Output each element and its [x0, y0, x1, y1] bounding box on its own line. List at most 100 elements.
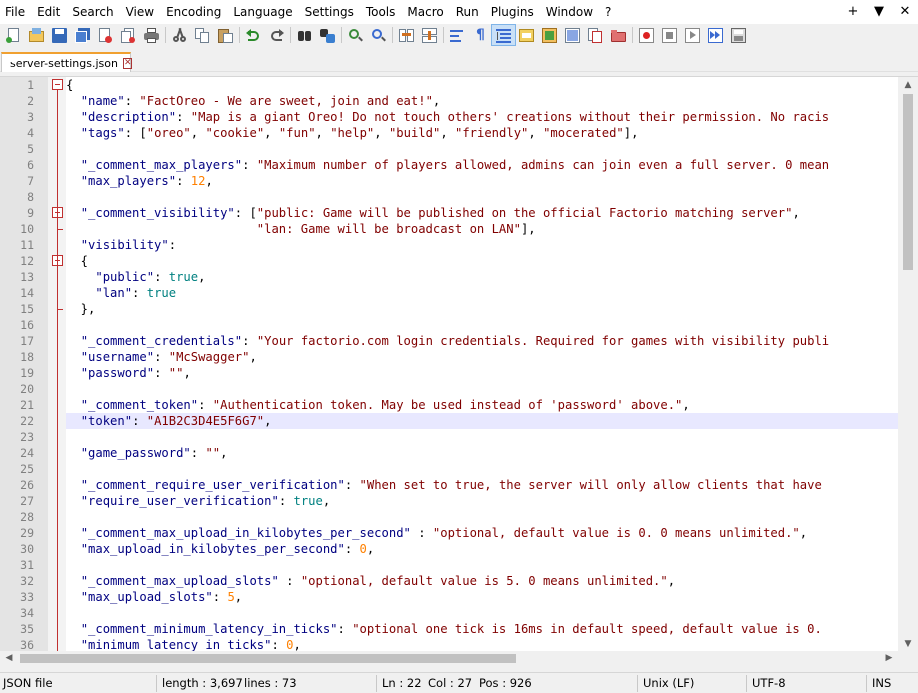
- code-line[interactable]: "name": "FactOreo - We are sweet, join a…: [66, 93, 898, 109]
- record-macro-button[interactable]: [635, 25, 658, 45]
- code-line[interactable]: [66, 461, 898, 477]
- udl-button[interactable]: [515, 25, 538, 45]
- current-code-line[interactable]: "token": "A1B2C3D4E5F6G7",: [66, 413, 898, 429]
- code-line[interactable]: "_comment_token": "Authentication token.…: [66, 397, 898, 413]
- menu-tools[interactable]: Tools: [360, 0, 402, 24]
- code-line[interactable]: {: [66, 77, 898, 93]
- sync-horizontal-button[interactable]: [418, 25, 441, 45]
- tab-close-icon[interactable]: ✕: [122, 57, 133, 69]
- zoom-in-button[interactable]: [344, 25, 367, 45]
- fold-toggle-icon[interactable]: [52, 79, 63, 90]
- undo-button[interactable]: [242, 25, 265, 45]
- function-list-button[interactable]: [561, 25, 584, 45]
- menu-help[interactable]: ?: [599, 0, 617, 24]
- code-line[interactable]: "public": true,: [66, 269, 898, 285]
- code-line[interactable]: },: [66, 301, 898, 317]
- code-line[interactable]: "lan": true: [66, 285, 898, 301]
- code-line[interactable]: "tags": ["oreo", "cookie", "fun", "help"…: [66, 125, 898, 141]
- code-line[interactable]: "username": "McSwagger",: [66, 349, 898, 365]
- open-file-button[interactable]: [25, 25, 48, 45]
- monitoring-button[interactable]: [607, 25, 630, 45]
- code-line[interactable]: "_comment_credentials": "Your factorio.c…: [66, 333, 898, 349]
- code-line[interactable]: [66, 381, 898, 397]
- find-button[interactable]: [293, 25, 316, 45]
- code-line[interactable]: "_comment_max_upload_slots" : "optional,…: [66, 573, 898, 589]
- code-line[interactable]: "game_password": "",: [66, 445, 898, 461]
- menu-plugins[interactable]: Plugins: [485, 0, 540, 24]
- new-file-button[interactable]: [2, 25, 25, 45]
- menu-language[interactable]: Language: [227, 0, 298, 24]
- zoom-out-button[interactable]: [367, 25, 390, 45]
- document-map-button[interactable]: [538, 25, 561, 45]
- menu-file[interactable]: File: [0, 0, 31, 24]
- code-line[interactable]: "_comment_require_user_verification": "W…: [66, 477, 898, 493]
- fold-margin[interactable]: [48, 77, 66, 651]
- menu-view[interactable]: View: [120, 0, 160, 24]
- code-line[interactable]: "_comment_minimum_latency_in_ticks": "op…: [66, 621, 898, 637]
- code-line[interactable]: [66, 317, 898, 333]
- code-line[interactable]: "_comment_max_players": "Maximum number …: [66, 157, 898, 173]
- code-line[interactable]: [66, 141, 898, 157]
- code-line[interactable]: [66, 605, 898, 621]
- sync-vertical-button[interactable]: [395, 25, 418, 45]
- vertical-scrollbar[interactable]: ▲ ▼: [898, 77, 918, 651]
- code-area[interactable]: { "name": "FactOreo - We are sweet, join…: [66, 77, 898, 651]
- paste-button[interactable]: [214, 25, 237, 45]
- code-line[interactable]: "lan: Game will be broadcast on LAN"],: [66, 221, 898, 237]
- code-line[interactable]: "_comment_max_upload_in_kilobytes_per_se…: [66, 525, 898, 541]
- code-line[interactable]: [66, 189, 898, 205]
- code-line[interactable]: "max_upload_in_kilobytes_per_second": 0,: [66, 541, 898, 557]
- code-line[interactable]: "minimum_latency_in_ticks": 0,: [66, 637, 898, 651]
- cut-button[interactable]: [168, 25, 191, 45]
- menu-search[interactable]: Search: [66, 0, 119, 24]
- replace-button[interactable]: [316, 25, 339, 45]
- scroll-up-arrow-icon[interactable]: ▲: [898, 77, 918, 93]
- horizontal-scroll-thumb[interactable]: [20, 654, 516, 663]
- folder-as-workspace-button[interactable]: [584, 25, 607, 45]
- scroll-down-arrow-icon[interactable]: ▼: [898, 636, 918, 651]
- code-line[interactable]: {: [66, 253, 898, 269]
- playback-button[interactable]: [681, 25, 704, 45]
- menu-macro[interactable]: Macro: [401, 0, 449, 24]
- code-line[interactable]: "password": "",: [66, 365, 898, 381]
- playback-icon: [685, 27, 700, 43]
- indent-guide-button[interactable]: [491, 24, 516, 46]
- add-tab-icon[interactable]: +: [840, 0, 866, 24]
- copy-button[interactable]: [191, 25, 214, 45]
- save-macro-button[interactable]: [727, 25, 750, 45]
- json-punctuation: :: [410, 526, 433, 540]
- word-wrap-button[interactable]: [446, 25, 469, 45]
- print-button[interactable]: [140, 25, 163, 45]
- menu-run[interactable]: Run: [450, 0, 485, 24]
- file-tab[interactable]: server-settings.json ✕: [1, 52, 133, 72]
- code-line[interactable]: "description": "Map is a giant Oreo! Do …: [66, 109, 898, 125]
- run-macro-multiple-button[interactable]: [704, 25, 727, 45]
- menu-window[interactable]: Window: [540, 0, 599, 24]
- code-line[interactable]: "require_user_verification": true,: [66, 493, 898, 509]
- code-line[interactable]: [66, 509, 898, 525]
- menu-settings[interactable]: Settings: [299, 0, 360, 24]
- tab-list-icon[interactable]: ▼: [866, 0, 892, 24]
- redo-button[interactable]: [265, 25, 288, 45]
- menu-encoding[interactable]: Encoding: [160, 0, 227, 24]
- vertical-scroll-thumb[interactable]: [903, 94, 913, 270]
- close-all-button[interactable]: [117, 25, 140, 45]
- horizontal-scrollbar[interactable]: ◀ ▶: [0, 651, 898, 665]
- save-button[interactable]: [48, 25, 71, 45]
- code-line[interactable]: "max_players": 12,: [66, 173, 898, 189]
- stop-recording-button[interactable]: [658, 25, 681, 45]
- scroll-right-arrow-icon[interactable]: ▶: [880, 651, 898, 665]
- save-all-button[interactable]: [71, 25, 94, 45]
- close-document-icon[interactable]: ✕: [892, 0, 918, 24]
- json-punctuation: [66, 446, 81, 460]
- code-line[interactable]: [66, 557, 898, 573]
- editor[interactable]: 1 2 3 4 5 6 7 8 9 10 11 12 13 14 15 16 17 18 19 20 21 22 23 24 2…: [0, 76, 918, 651]
- show-all-characters-button[interactable]: ¶: [469, 25, 492, 45]
- scroll-left-arrow-icon[interactable]: ◀: [0, 651, 18, 665]
- code-line[interactable]: "max_upload_slots": 5,: [66, 589, 898, 605]
- close-button[interactable]: [94, 25, 117, 45]
- menu-edit[interactable]: Edit: [31, 0, 66, 24]
- code-line[interactable]: "visibility":: [66, 237, 898, 253]
- code-line[interactable]: "_comment_visibility": ["public: Game wi…: [66, 205, 898, 221]
- code-line[interactable]: [66, 429, 898, 445]
